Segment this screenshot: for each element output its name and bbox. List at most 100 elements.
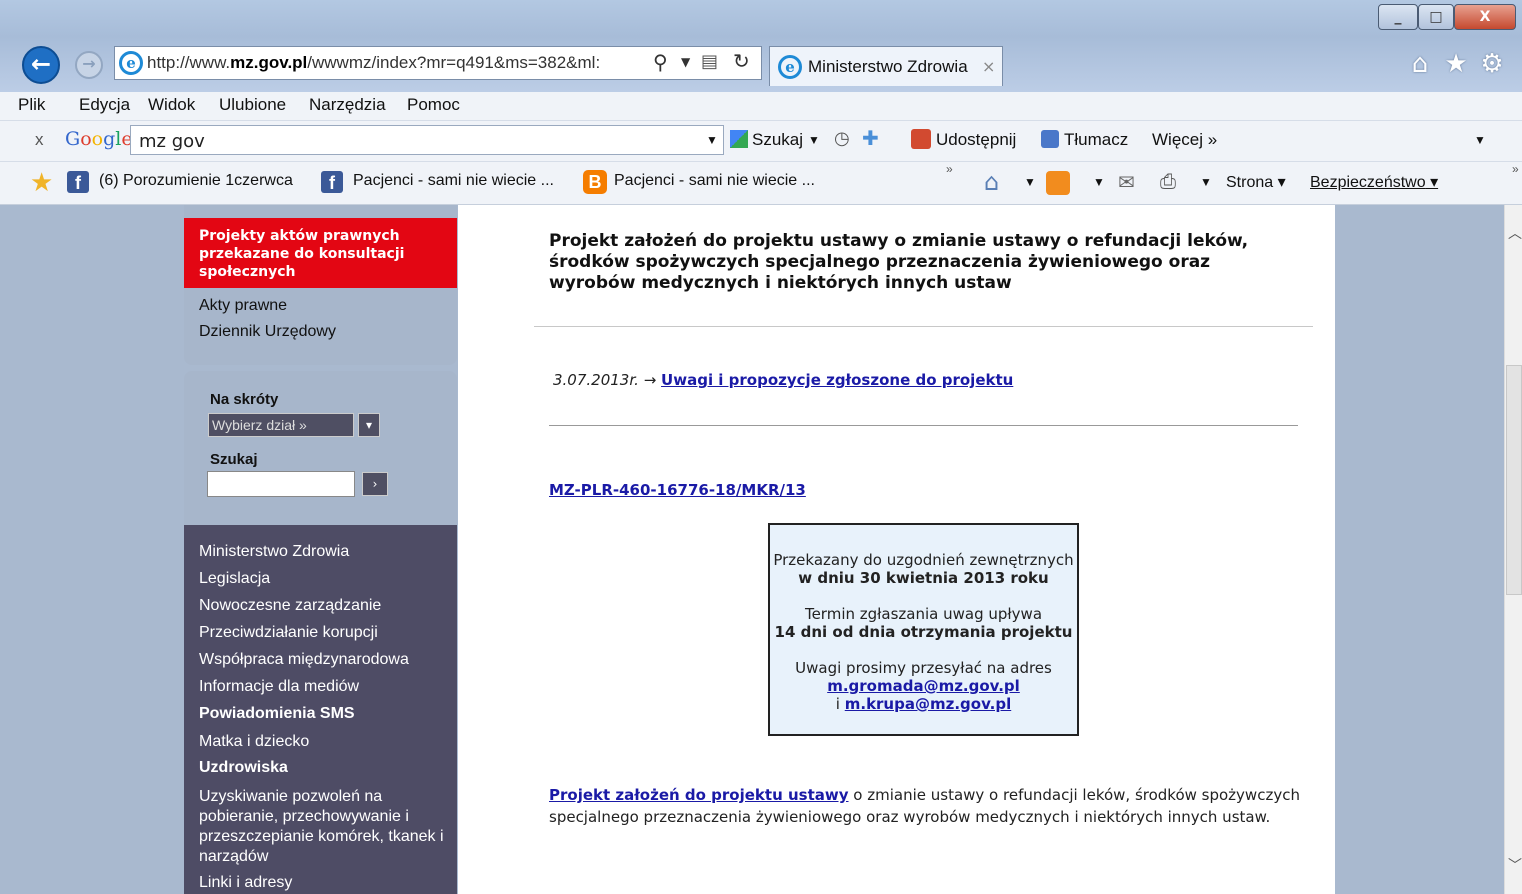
nav-matka-i-dziecko[interactable]: Matka i dziecko bbox=[199, 733, 309, 751]
search-submit-button[interactable]: › bbox=[362, 472, 388, 496]
google-logo: Google bbox=[65, 128, 133, 150]
section-select[interactable]: Wybierz dział » bbox=[208, 413, 354, 437]
sidebar-nav: Ministerstwo Zdrowia Legislacja Nowoczes… bbox=[184, 525, 457, 894]
menu-narzedzia[interactable]: Narzędzia bbox=[309, 95, 386, 115]
safety-menu[interactable]: Bezpieczeństwo ▾ bbox=[1310, 172, 1438, 192]
favorites-star-add-icon[interactable]: ★ bbox=[30, 168, 53, 198]
page-menu[interactable]: Strona ▾ bbox=[1226, 172, 1286, 192]
more-button[interactable]: Więcej » bbox=[1152, 130, 1217, 150]
translate-button[interactable]: Tłumacz bbox=[1064, 130, 1128, 150]
toolbar-options-icon[interactable]: ▼ bbox=[1474, 133, 1486, 147]
google-search-button[interactable]: Szukaj bbox=[752, 130, 803, 150]
home-icon[interactable]: ⌂ bbox=[1404, 48, 1436, 80]
sidebar-active-label: Projekty aktów prawnych przekazane do ko… bbox=[199, 228, 405, 280]
nav-uzdrowiska[interactable]: Uzdrowiska bbox=[199, 759, 288, 777]
compatibility-view-icon[interactable]: ▤ bbox=[701, 51, 718, 72]
home-dropdown-icon[interactable]: ▼ bbox=[1024, 175, 1036, 189]
nav-ministerstwo-zdrowia[interactable]: Ministerstwo Zdrowia bbox=[199, 543, 349, 561]
blogger-icon: B bbox=[583, 170, 607, 194]
menu-widok[interactable]: Widok bbox=[148, 95, 195, 115]
back-button[interactable]: ← bbox=[22, 46, 60, 84]
address-bar[interactable]: e http://www.mz.gov.pl/wwwmz/index?mr=q4… bbox=[114, 46, 762, 80]
scrollbar-thumb[interactable] bbox=[1506, 365, 1522, 595]
dropdown-arrow-icon[interactable]: ▼ bbox=[681, 55, 690, 69]
rss-feed-icon[interactable] bbox=[1046, 171, 1070, 195]
nav-nowoczesne-zarzadzanie[interactable]: Nowoczesne zarządzanie bbox=[199, 597, 381, 615]
search-label: Szukaj bbox=[210, 451, 258, 468]
info-line-5: Uwagi prosimy przesyłać na adres bbox=[795, 659, 1052, 677]
nav-legislacja[interactable]: Legislacja bbox=[199, 570, 270, 588]
tab-ministerstwo-zdrowia[interactable]: e Ministerstwo Zdrowia × bbox=[769, 46, 1003, 86]
menu-ulubione[interactable]: Ulubione bbox=[219, 95, 286, 115]
project-document-link[interactable]: Projekt założeń do projektu ustawy bbox=[549, 786, 849, 804]
print-dropdown-icon[interactable]: ▼ bbox=[1200, 175, 1212, 189]
close-window-button[interactable]: X bbox=[1454, 4, 1516, 30]
toolbar-close-icon[interactable]: x bbox=[35, 130, 44, 150]
maximize-button[interactable]: □ bbox=[1418, 4, 1454, 30]
bookmark-plus-icon[interactable]: ✚ bbox=[862, 126, 879, 151]
email-link-gromada[interactable]: m.gromada@mz.gov.pl bbox=[827, 677, 1020, 695]
nav-wspolpraca-miedzynarodowa[interactable]: Współpraca międzynarodowa bbox=[199, 651, 409, 669]
menu-plik[interactable]: Plik bbox=[18, 95, 45, 115]
nav-linki-i-adresy[interactable]: Linki i adresy bbox=[199, 874, 292, 892]
tab-title: Ministerstwo Zdrowia bbox=[808, 57, 968, 76]
divider bbox=[534, 326, 1313, 327]
forward-button[interactable]: → bbox=[75, 51, 103, 79]
chevron-more-icon[interactable]: » bbox=[946, 162, 953, 176]
vertical-scrollbar[interactable]: ︿ ﹀ bbox=[1504, 205, 1522, 894]
favorites-star-icon[interactable]: ★ bbox=[1440, 48, 1472, 80]
scroll-up-icon[interactable]: ︿ bbox=[1508, 223, 1522, 243]
shortcuts-box: Na skróty Wybierz dział » ▾ Szukaj › bbox=[184, 371, 457, 529]
favorite-link-1[interactable]: (6) Porozumienie 1czerwca bbox=[99, 172, 293, 190]
search-icon[interactable]: ⚲ bbox=[653, 50, 668, 74]
favorite-link-3[interactable]: Pacjenci - sami nie wiecie ... bbox=[614, 172, 815, 190]
search-input[interactable] bbox=[207, 471, 355, 497]
ie-tab-icon: e bbox=[778, 55, 802, 79]
favorite-link-2[interactable]: Pacjenci - sami nie wiecie ... bbox=[353, 172, 554, 190]
minimize-button[interactable]: _ bbox=[1378, 4, 1418, 30]
email-link-krupa[interactable]: m.krupa@mz.gov.pl bbox=[845, 695, 1011, 713]
reference-number-link[interactable]: MZ-PLR-460-16776-18/MKR/13 bbox=[549, 481, 806, 499]
sidebar-item-active[interactable]: Projekty aktów prawnych przekazane do ko… bbox=[184, 218, 457, 288]
refresh-icon[interactable]: ↻ bbox=[733, 49, 750, 73]
history-icon[interactable]: ◷ bbox=[834, 128, 850, 149]
nav-powiadomienia-sms[interactable]: Powiadomienia SMS bbox=[199, 705, 355, 723]
nav-informacje-dla-mediow[interactable]: Informacje dla mediów bbox=[199, 678, 359, 696]
nav-przeciwdzialanie-korupcji[interactable]: Przeciwdziałanie korupcji bbox=[199, 624, 378, 642]
search-menu-arrow-icon[interactable]: ▼ bbox=[808, 133, 820, 147]
translate-icon bbox=[1041, 130, 1059, 148]
facebook-icon: f bbox=[67, 171, 89, 193]
google-search-value: mz gov bbox=[139, 131, 205, 152]
info-email-1-row: m.gromada@mz.gov.pl bbox=[770, 677, 1077, 695]
print-icon[interactable]: ⎙ bbox=[1160, 169, 1176, 193]
chevron-more-icon[interactable]: » bbox=[1512, 162, 1519, 176]
home-page-icon[interactable]: ⌂ bbox=[984, 168, 999, 196]
sidebar: Projekty aktów prawnych przekazane do ko… bbox=[184, 205, 457, 894]
favorites-bar: ★ f (6) Porozumienie 1czerwca f Pacjenci… bbox=[0, 162, 1522, 205]
nav-uzyskiwanie-pozwolen[interactable]: Uzyskiwanie pozwoleń na pobieranie, prze… bbox=[199, 787, 444, 867]
ie-logo-icon: e bbox=[119, 51, 143, 75]
comments-link[interactable]: Uwagi i propozycje zgłoszone do projektu bbox=[661, 371, 1013, 389]
tab-close-icon[interactable]: × bbox=[982, 57, 995, 76]
menu-pomoc[interactable]: Pomoc bbox=[407, 95, 460, 115]
info-line-3: Termin zgłaszania uwag upływa bbox=[804, 605, 1043, 623]
google-search-input[interactable]: mz gov bbox=[130, 125, 724, 155]
rss-dropdown-icon[interactable]: ▼ bbox=[1093, 175, 1105, 189]
address-url: http://www.mz.gov.pl/wwwmz/index?mr=q491… bbox=[147, 53, 601, 72]
sidebar-item-dziennik-urzedowy[interactable]: Dziennik Urzędowy bbox=[199, 323, 336, 341]
google-search-icon[interactable] bbox=[730, 130, 748, 148]
share-icon bbox=[911, 129, 931, 149]
description-paragraph: Projekt założeń do projektu ustawy o zmi… bbox=[549, 784, 1309, 828]
select-dropdown-icon[interactable]: ▾ bbox=[358, 413, 380, 437]
page-title: Projekt założeń do projektu ustawy o zmi… bbox=[549, 231, 1249, 293]
search-dropdown-icon[interactable]: ▼ bbox=[706, 133, 718, 147]
info-email-2-row: i m.krupa@mz.gov.pl bbox=[770, 695, 1077, 713]
settings-gear-icon[interactable]: ⚙ bbox=[1476, 48, 1508, 80]
mail-icon[interactable]: ✉ bbox=[1118, 170, 1135, 194]
scroll-down-icon[interactable]: ﹀ bbox=[1508, 855, 1522, 875]
share-button[interactable]: Udostępnij bbox=[936, 130, 1016, 150]
update-line: 3.07.2013r. → Uwagi i propozycje zgłoszo… bbox=[553, 371, 1013, 389]
sidebar-item-akty-prawne[interactable]: Akty prawne bbox=[199, 297, 287, 315]
shortcuts-label: Na skróty bbox=[210, 391, 279, 408]
menu-edycja[interactable]: Edycja bbox=[79, 95, 130, 115]
